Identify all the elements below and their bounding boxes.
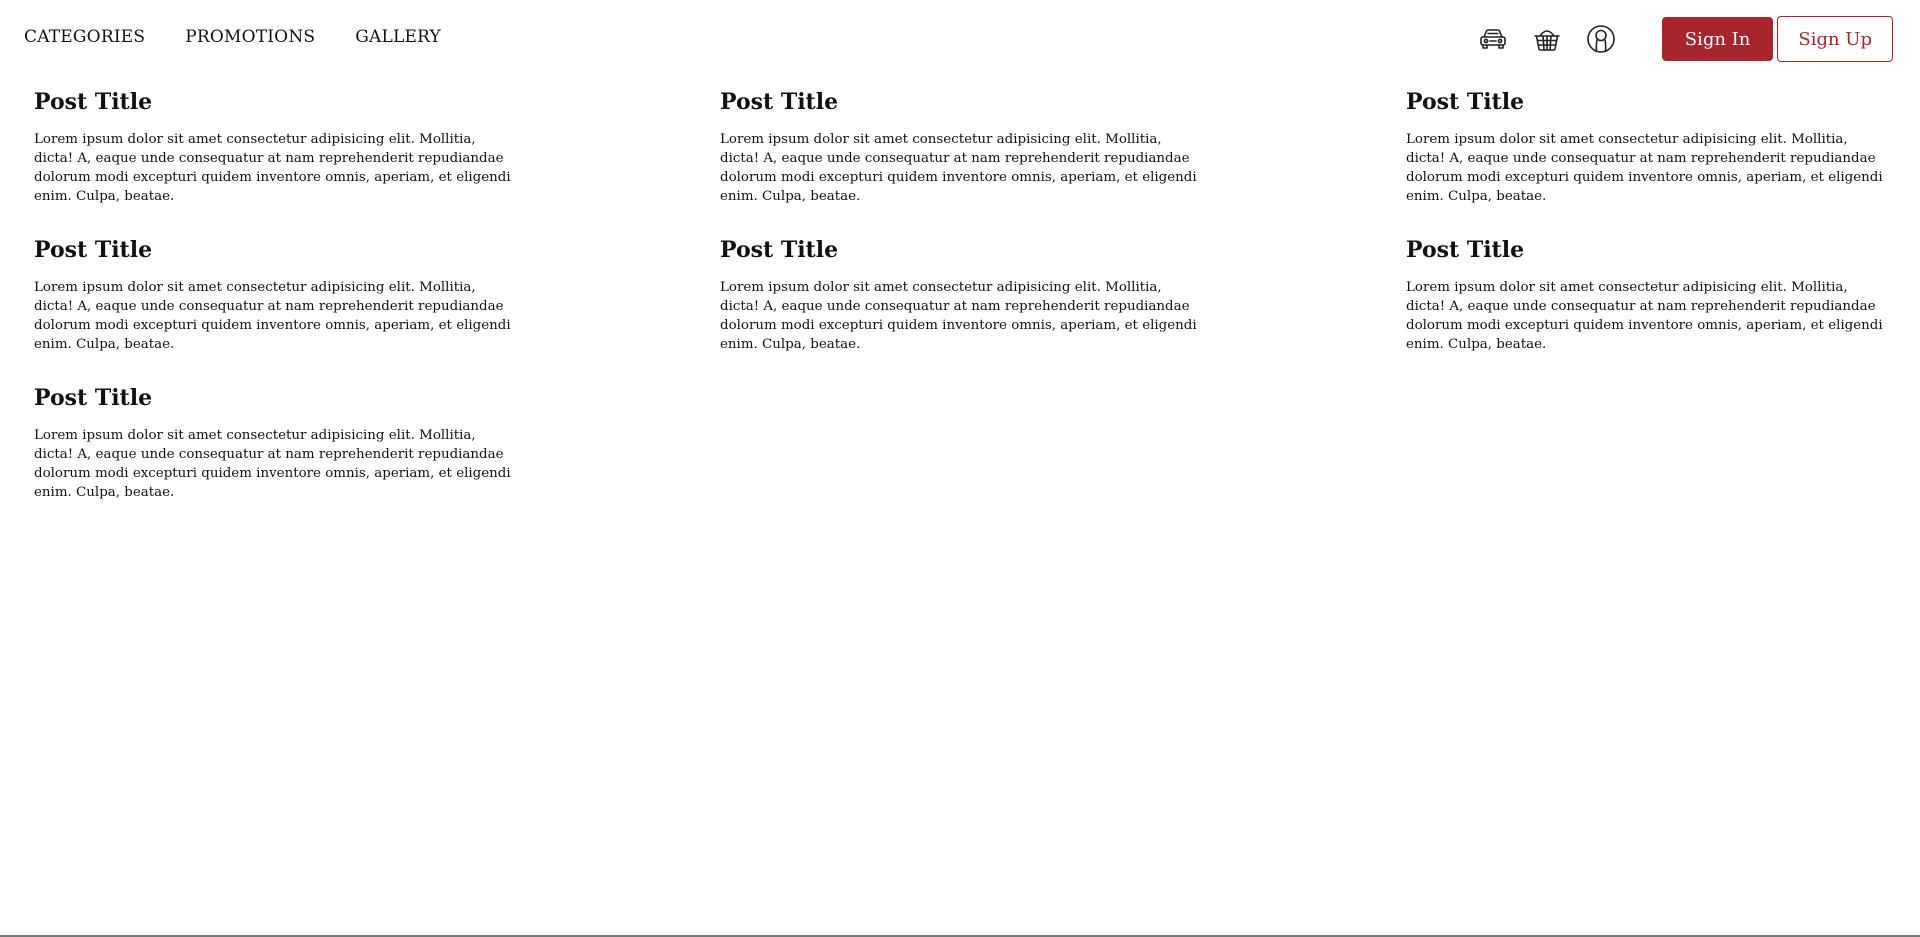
post-body: Lorem ipsum dolor sit amet consectetur a… <box>34 280 511 352</box>
post-body: Lorem ipsum dolor sit amet consectetur a… <box>34 428 511 500</box>
post-title: Post Title <box>34 385 153 411</box>
nav-link-categories[interactable]: CATEGORIES <box>24 27 145 47</box>
post-title: Post Title <box>720 237 839 263</box>
post-title: Post Title <box>1406 237 1525 263</box>
post-body: Lorem ipsum dolor sit amet consectetur a… <box>34 132 511 204</box>
post-card: Post Title Lorem ipsum dolor sit amet co… <box>34 384 514 502</box>
post-title: Post Title <box>720 89 839 115</box>
post-body: Lorem ipsum dolor sit amet consectetur a… <box>1406 132 1883 204</box>
nav-link-promotions[interactable]: PROMOTIONS <box>185 27 315 47</box>
post-card: Post Title Lorem ipsum dolor sit amet co… <box>720 236 1200 354</box>
post-card: Post Title Lorem ipsum dolor sit amet co… <box>720 88 1200 206</box>
header-actions: Sign In Sign Up <box>1477 16 1893 62</box>
post-card: Post Title Lorem ipsum dolor sit amet co… <box>34 88 514 206</box>
post-card: Post Title Lorem ipsum dolor sit amet co… <box>1406 236 1886 354</box>
car-icon[interactable] <box>1477 23 1509 55</box>
posts-grid: Post Title Lorem ipsum dolor sit amet co… <box>34 88 1894 502</box>
post-title: Post Title <box>34 89 153 115</box>
post-title: Post Title <box>1406 89 1525 115</box>
post-title: Post Title <box>34 237 153 263</box>
sign-in-button[interactable]: Sign In <box>1661 17 1774 61</box>
user-icon[interactable] <box>1585 23 1617 55</box>
post-body: Lorem ipsum dolor sit amet consectetur a… <box>1406 280 1883 352</box>
post-card: Post Title Lorem ipsum dolor sit amet co… <box>1406 88 1886 206</box>
post-body: Lorem ipsum dolor sit amet consectetur a… <box>720 280 1197 352</box>
main-nav: CATEGORIES PROMOTIONS GALLERY <box>24 27 441 47</box>
post-body: Lorem ipsum dolor sit amet consectetur a… <box>720 132 1197 204</box>
basket-icon[interactable] <box>1531 23 1563 55</box>
nav-link-gallery[interactable]: GALLERY <box>355 27 441 47</box>
sign-up-button[interactable]: Sign Up <box>1777 16 1893 62</box>
top-navigation-bar: CATEGORIES PROMOTIONS GALLERY Sign In Si… <box>0 0 1920 78</box>
post-card: Post Title Lorem ipsum dolor sit amet co… <box>34 236 514 354</box>
